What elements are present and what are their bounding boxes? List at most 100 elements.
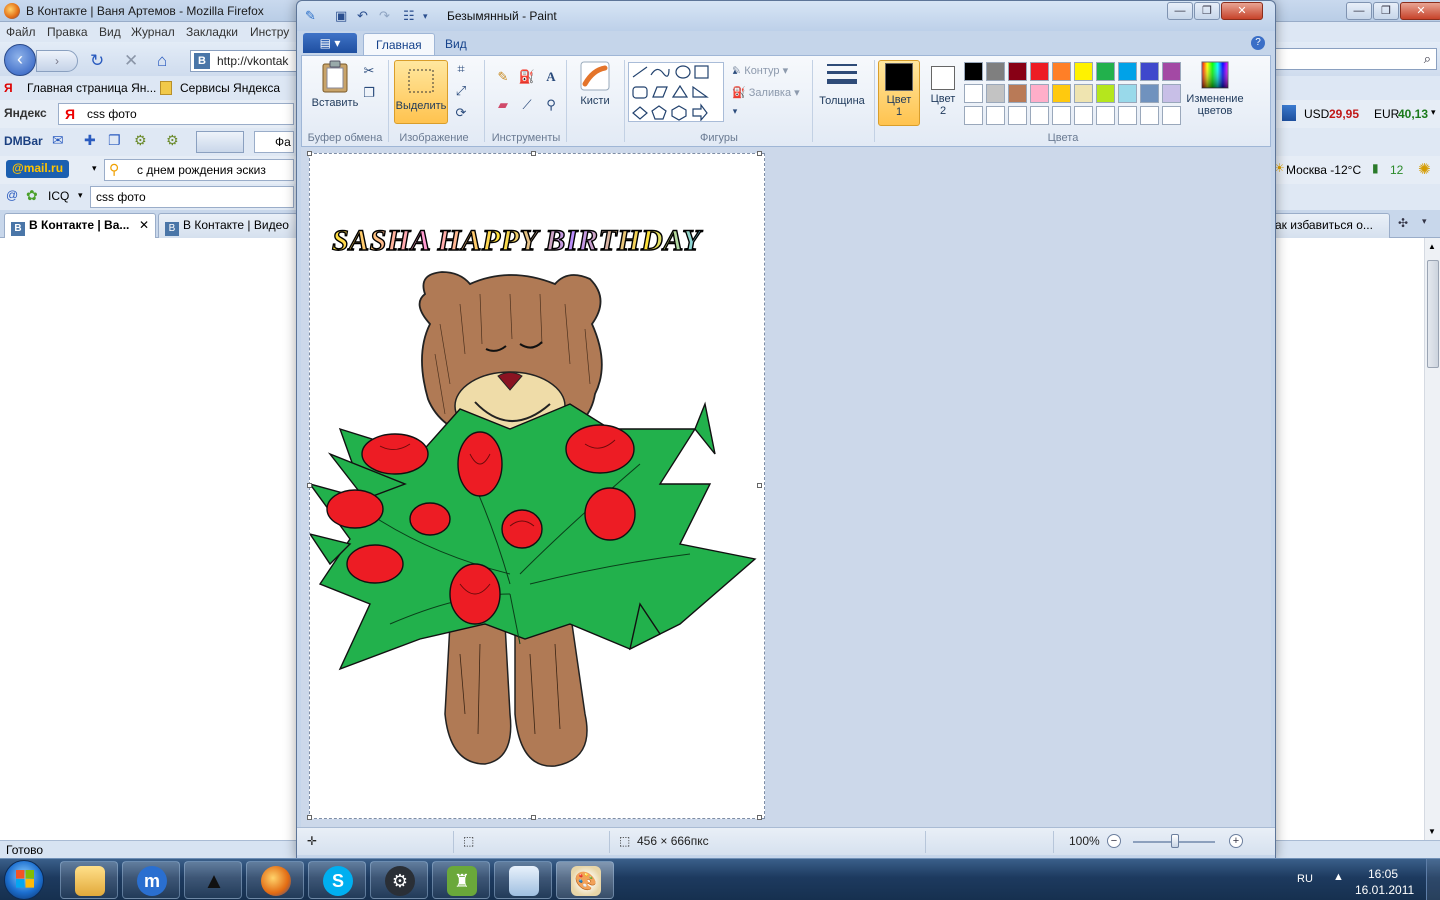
reload-icon[interactable]: ↻: [90, 51, 104, 71]
dropdown-icon[interactable]: ▾: [92, 163, 97, 174]
palette-color-swatch[interactable]: [1074, 106, 1093, 125]
paint-app-icon[interactable]: ✎: [305, 8, 316, 24]
tab-home[interactable]: Главная: [363, 33, 435, 55]
palette-color-swatch[interactable]: [1052, 62, 1071, 81]
rotate-icon[interactable]: ⟳: [452, 104, 470, 122]
dropdown-icon[interactable]: ▾: [1431, 107, 1436, 118]
outline-dropdown[interactable]: ✎ Контур ▾: [732, 64, 788, 77]
close-icon[interactable]: ✕: [1400, 2, 1440, 20]
scroll-up-icon[interactable]: ▲: [1428, 242, 1436, 251]
palette-color-swatch[interactable]: [964, 106, 983, 125]
mailru-logo[interactable]: @mail.ru: [6, 160, 70, 178]
magnifier-icon[interactable]: ⚲: [542, 96, 560, 114]
color2-button[interactable]: Цвет 2: [922, 60, 964, 126]
shapes-more-icon[interactable]: ▾: [726, 102, 744, 120]
palette-color-swatch[interactable]: [1074, 84, 1093, 103]
maximize-icon[interactable]: ❐: [1373, 2, 1399, 20]
drawing-canvas[interactable]: SASHA HAPPY BIRTHDAY: [309, 153, 765, 819]
palette-color-swatch[interactable]: [1140, 84, 1159, 103]
palette-color-swatch[interactable]: [964, 84, 983, 103]
firefox-scrollbar[interactable]: ▲ ▼: [1424, 238, 1440, 840]
zoom-slider-thumb[interactable]: [1171, 834, 1179, 848]
show-desktop-button[interactable]: [1426, 859, 1440, 900]
qat-customize-icon[interactable]: ☷: [403, 8, 415, 24]
taskbar-explorer[interactable]: [60, 861, 118, 899]
scrollbar-thumb[interactable]: [1427, 260, 1439, 368]
palette-color-swatch[interactable]: [1118, 62, 1137, 81]
palette-color-swatch[interactable]: [1030, 62, 1049, 81]
tab-list-icon[interactable]: ▾: [1422, 216, 1427, 227]
palette-color-swatch[interactable]: [1074, 62, 1093, 81]
tab-vk-profile[interactable]: B В Контакте | Ва... ✕: [4, 213, 156, 238]
home-icon[interactable]: ⌂: [157, 51, 167, 71]
zoom-out-icon[interactable]: −: [1107, 834, 1121, 848]
palette-color-swatch[interactable]: [1052, 84, 1071, 103]
palette-color-swatch[interactable]: [1118, 84, 1137, 103]
taskbar-notes[interactable]: [494, 861, 552, 899]
resize-handle[interactable]: [307, 815, 312, 820]
bookmark-yandex-services[interactable]: Сервисы Яндекса: [180, 81, 280, 95]
taskbar-maxthon[interactable]: m: [122, 861, 180, 899]
mailru-search-input[interactable]: ⚲ с днем рождения эскиз: [104, 159, 294, 181]
undo-icon[interactable]: ↶: [357, 8, 368, 24]
zoom-in-icon[interactable]: +: [1229, 834, 1243, 848]
menu-tools[interactable]: Инстру: [250, 25, 289, 39]
tray-expand-icon[interactable]: ▲: [1333, 871, 1344, 883]
shapes-gallery[interactable]: [628, 62, 724, 122]
palette-color-swatch[interactable]: [986, 106, 1005, 125]
taskbar-firefox[interactable]: [246, 861, 304, 899]
resize-icon[interactable]: ⤢: [452, 82, 470, 100]
canvas-area[interactable]: SASHA HAPPY BIRTHDAY: [301, 147, 1271, 827]
crop-icon[interactable]: ⌗: [452, 60, 470, 78]
resize-handle[interactable]: [531, 815, 536, 820]
color-picker-icon[interactable]: ⟋: [518, 96, 536, 114]
color1-button[interactable]: Цвет 1: [878, 60, 920, 126]
dmbar-button[interactable]: Фа: [254, 131, 294, 153]
palette-color-swatch[interactable]: [1008, 84, 1027, 103]
resize-handle[interactable]: [757, 151, 762, 156]
palette-color-swatch[interactable]: [1096, 62, 1115, 81]
paint-menu-button[interactable]: ▤ ▾: [303, 33, 357, 53]
clock-time[interactable]: 16:05: [1355, 867, 1411, 881]
save-icon[interactable]: ▣: [335, 8, 347, 24]
size-button[interactable]: Толщина: [814, 60, 870, 124]
close-icon[interactable]: ✕: [1221, 2, 1263, 20]
taskbar-steam[interactable]: ⚙: [370, 861, 428, 899]
menu-bookmarks[interactable]: Закладки: [186, 25, 238, 39]
menu-edit[interactable]: Правка: [47, 25, 88, 39]
redo-icon[interactable]: ↷: [379, 8, 390, 24]
palette-color-swatch[interactable]: [986, 84, 1005, 103]
resize-handle[interactable]: [531, 151, 536, 156]
tab-view[interactable]: Вид: [433, 33, 479, 55]
dropdown-icon[interactable]: ▾: [78, 190, 83, 201]
fill-dropdown[interactable]: ⛽ Заливка ▾: [732, 86, 800, 99]
taskbar-app-a[interactable]: ▲: [184, 861, 242, 899]
palette-color-swatch[interactable]: [1162, 62, 1181, 81]
select-button[interactable]: Выделить: [394, 60, 448, 124]
dmbar-widget[interactable]: [196, 131, 244, 153]
qat-dropdown-icon[interactable]: ▾: [423, 11, 428, 22]
palette-color-swatch[interactable]: [986, 62, 1005, 81]
fill-bucket-icon[interactable]: ⛽: [518, 68, 536, 86]
palette-color-swatch[interactable]: [1118, 106, 1137, 125]
dmbar-tool-icon[interactable]: ✉: [52, 132, 64, 149]
paste-button[interactable]: Вставить: [306, 60, 364, 124]
palette-color-swatch[interactable]: [1162, 84, 1181, 103]
resize-handle[interactable]: [307, 483, 312, 488]
palette-color-swatch[interactable]: [1140, 106, 1159, 125]
start-button[interactable]: [4, 860, 44, 900]
palette-color-swatch[interactable]: [1008, 106, 1027, 125]
plugin2-icon[interactable]: ⚙: [166, 132, 179, 149]
settings-icon[interactable]: ✺: [1418, 160, 1431, 178]
eraser-icon[interactable]: ▰: [494, 96, 512, 114]
minimize-icon[interactable]: —: [1346, 2, 1372, 20]
palette-color-swatch[interactable]: [1140, 62, 1159, 81]
back-button[interactable]: ‹: [4, 44, 36, 76]
icq-search-input[interactable]: css фото: [90, 186, 294, 208]
palette-color-swatch[interactable]: [964, 62, 983, 81]
taskbar-paint[interactable]: 🎨: [556, 861, 614, 899]
firefox-search-box[interactable]: ⌕: [1275, 48, 1437, 70]
scroll-down-icon[interactable]: ▼: [1428, 827, 1436, 836]
copy-icon[interactable]: ❐: [360, 84, 378, 102]
search-icon[interactable]: ⌕: [1424, 51, 1431, 67]
